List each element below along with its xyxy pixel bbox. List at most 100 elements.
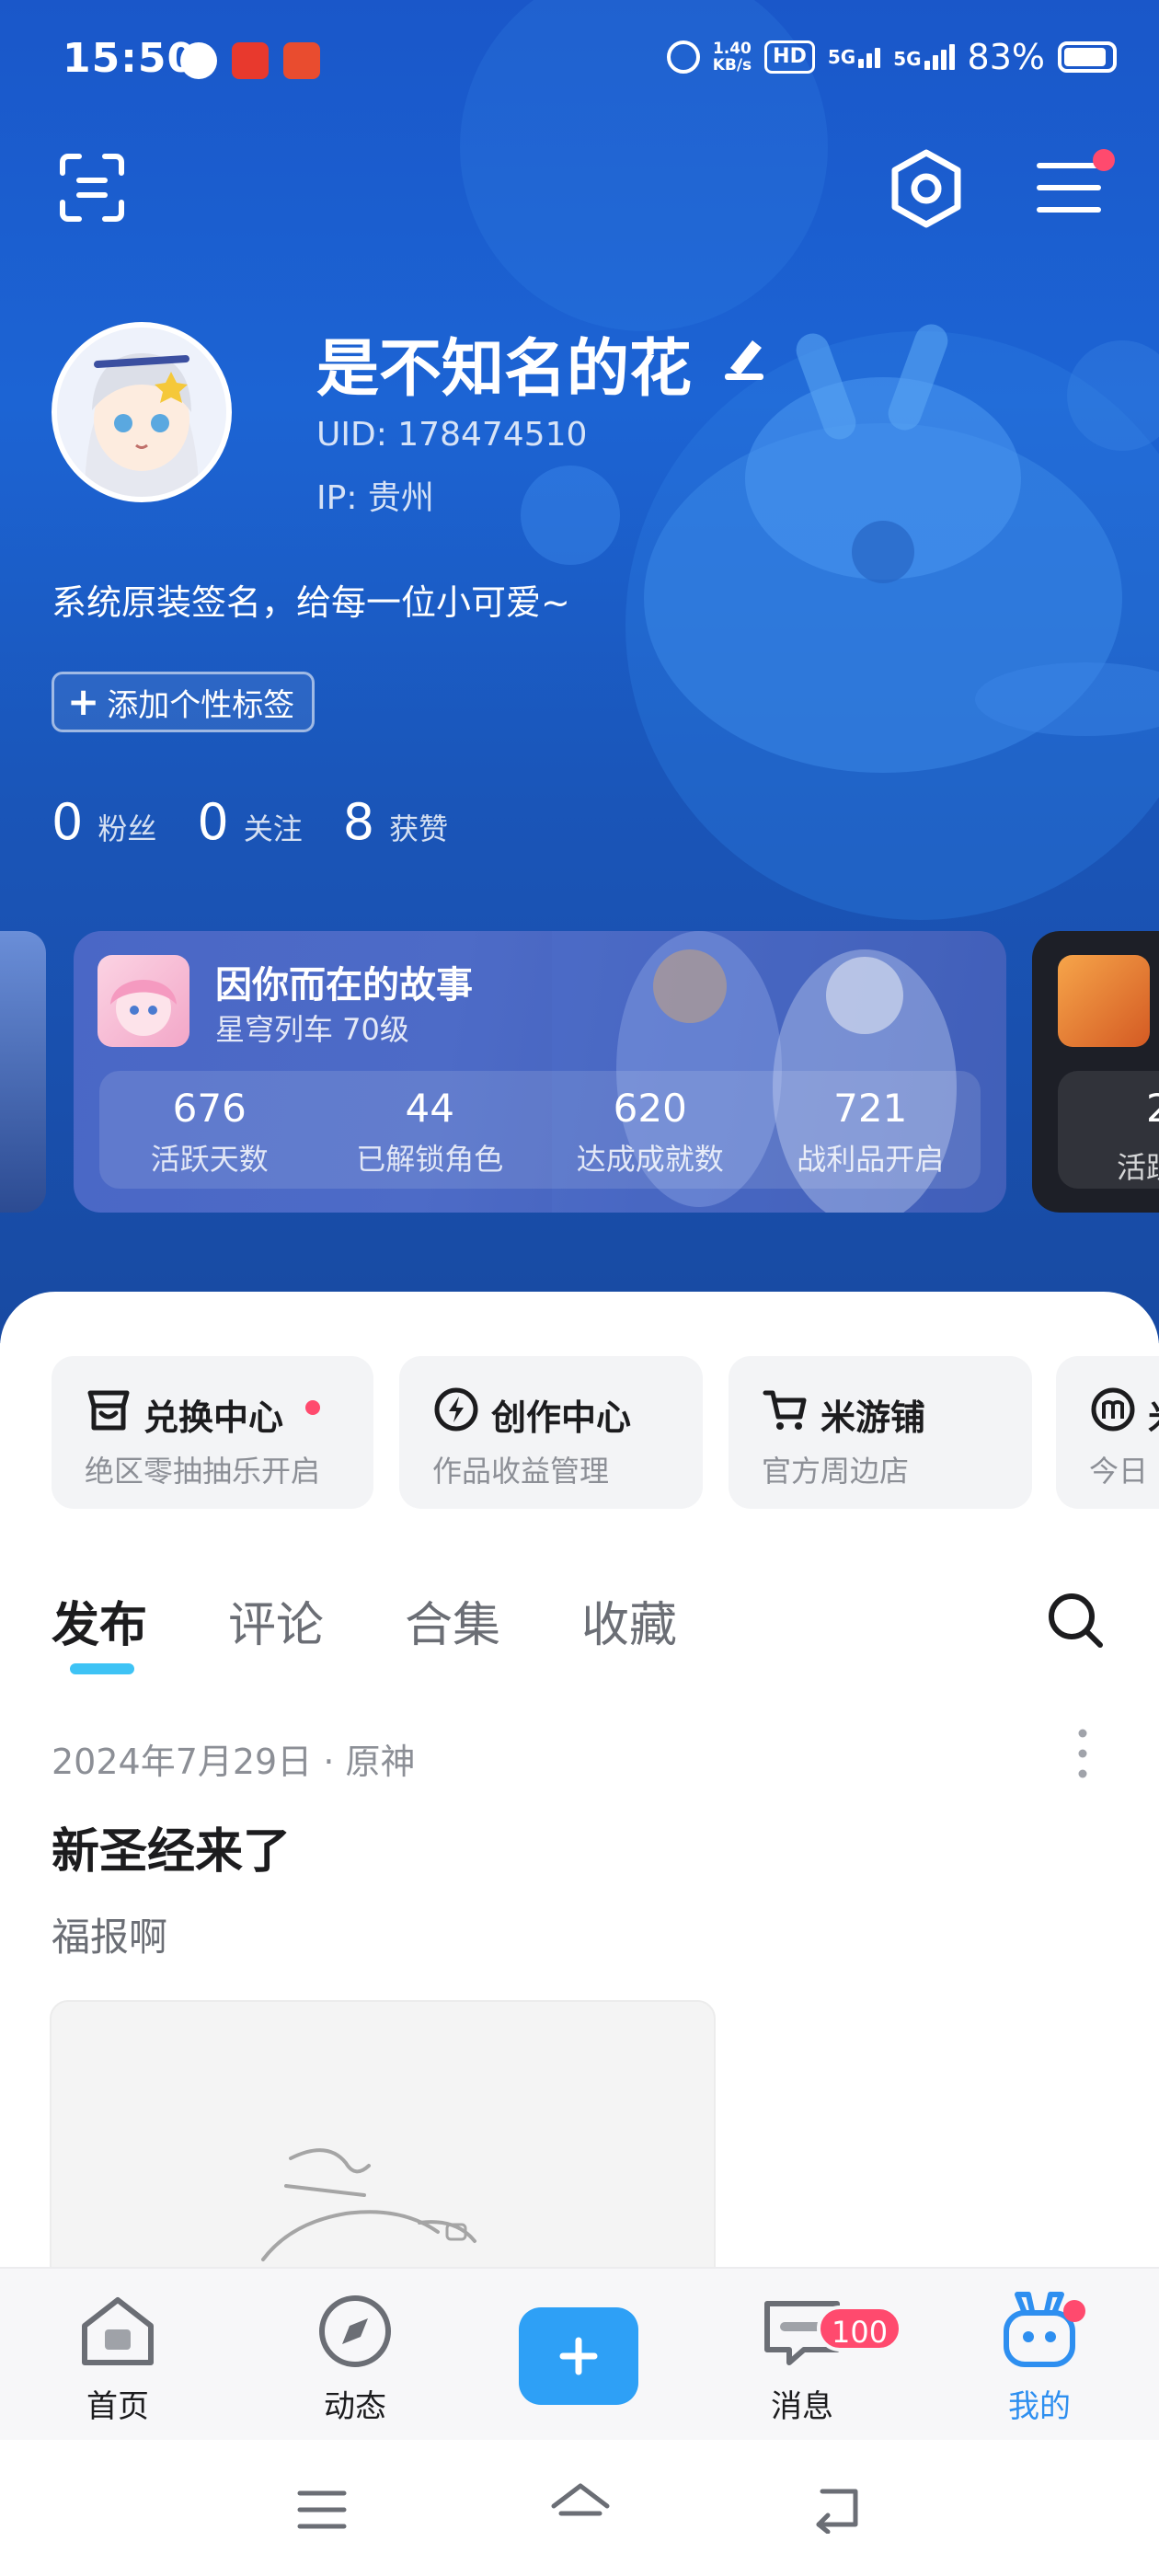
stat-value: 0 xyxy=(197,793,229,851)
net-speed: 1.40 KB/s xyxy=(712,40,752,75)
content-tabs: 发布 评论 合集 收藏 xyxy=(52,1586,677,1655)
game-icon xyxy=(98,955,189,1047)
post-body[interactable]: 福报啊 xyxy=(52,1906,167,1962)
stat-value: 8 xyxy=(342,793,375,851)
game-stat-label: 达成成就数 xyxy=(576,1142,724,1177)
game-stat: 44 已解锁角色 xyxy=(320,1071,541,1189)
plus-icon xyxy=(559,2337,598,2375)
game-card-previous[interactable] xyxy=(0,931,46,1213)
battery-icon xyxy=(1058,41,1117,73)
edit-icon[interactable] xyxy=(717,331,771,385)
signal-icon: 5G xyxy=(828,46,881,68)
shortcut-miyou-shop[interactable]: 米游铺 官方周边店 xyxy=(729,1356,1032,1509)
bottom-navigation: 首页 动态 消息 100 我的 xyxy=(0,2267,1159,2440)
taobao-icon xyxy=(232,42,269,79)
game-stat-value: 44 xyxy=(405,1086,454,1131)
game-stat-label: 活跃 xyxy=(1117,1150,1159,1185)
game-stat-label: 战利品开启 xyxy=(797,1142,945,1177)
post-title[interactable]: 新圣经来了 xyxy=(52,1812,291,1881)
nav-label: 首页 xyxy=(86,2388,149,2425)
scan-icon[interactable] xyxy=(57,153,127,223)
shortcut-creation-center[interactable]: 创作中心 作品收益管理 xyxy=(399,1356,703,1509)
more-options-icon[interactable] xyxy=(1074,1726,1091,1781)
stat-value: 0 xyxy=(52,793,84,851)
back-icon[interactable] xyxy=(809,2484,865,2534)
shortcut-title: 兑换中心 xyxy=(143,1397,284,1438)
mine-icon xyxy=(1004,2292,1075,2367)
settings-hex-icon[interactable] xyxy=(887,149,966,228)
tab-indicator xyxy=(70,1663,134,1674)
status-time: 15:50 xyxy=(63,35,197,82)
stat-fans[interactable]: 0 粉丝 xyxy=(52,793,156,851)
nav-feed[interactable]: 动态 xyxy=(281,2285,429,2426)
create-post-button[interactable] xyxy=(519,2307,638,2405)
search-icon[interactable] xyxy=(1045,1590,1106,1650)
status-right: 1.40 KB/s HD 5G 5G 83% xyxy=(666,37,1117,77)
tab-favorites[interactable]: 收藏 xyxy=(581,1586,677,1655)
avatar[interactable] xyxy=(52,322,232,502)
alarm-icon xyxy=(666,40,700,74)
uid-text: UID: 178474510 xyxy=(316,416,588,454)
shortcut-exchange-center[interactable]: 兑换中心 绝区零抽抽乐开启 xyxy=(52,1356,373,1509)
shortcut-title: 创作中心 xyxy=(491,1397,632,1438)
nav-home[interactable]: 首页 xyxy=(44,2285,191,2426)
game-stat-label: 活跃天数 xyxy=(150,1142,269,1177)
cart-icon xyxy=(763,1390,807,1430)
tab-posts[interactable]: 发布 xyxy=(52,1586,147,1655)
game-icon xyxy=(1058,955,1150,1047)
recent-apps-icon[interactable] xyxy=(294,2488,350,2534)
stat-label: 获赞 xyxy=(389,811,449,846)
shortcut-partial[interactable]: 米 今日 xyxy=(1056,1356,1159,1509)
m-icon xyxy=(1091,1387,1135,1432)
game-stat: 721 战利品开启 xyxy=(761,1071,981,1189)
nav-label: 我的 xyxy=(1008,2388,1071,2425)
lightning-icon xyxy=(434,1387,478,1432)
app-notification-icon xyxy=(283,42,320,79)
ip-text: IP: 贵州 xyxy=(316,479,434,517)
hd-badge: HD xyxy=(764,40,815,74)
game-title: 因你而在的故事 xyxy=(215,964,473,1006)
stat-following[interactable]: 0 关注 xyxy=(197,793,302,851)
profile-header: 15:50 1.40 KB/s HD 5G 5G 83% 是不知名的花 UID:… xyxy=(0,0,1159,1343)
stat-label: 关注 xyxy=(243,811,303,846)
game-card-next[interactable]: 2 活跃 xyxy=(1032,931,1159,1213)
signature-text[interactable]: 系统原装签名，给每一位小可爱~ xyxy=(52,574,570,625)
tab-comments[interactable]: 评论 xyxy=(228,1586,324,1655)
game-stat: 676 活跃天数 xyxy=(99,1071,320,1189)
notification-dot xyxy=(305,1400,320,1415)
status-app-icons xyxy=(180,42,320,79)
nav-notification-dot xyxy=(1063,2300,1085,2322)
game-subtitle: 星穹列车 70级 xyxy=(215,1012,409,1047)
tab-collections[interactable]: 合集 xyxy=(405,1586,500,1655)
status-bar: 15:50 1.40 KB/s HD 5G 5G 83% xyxy=(0,0,1159,120)
system-navigation-bar xyxy=(0,2440,1159,2576)
store-icon xyxy=(87,1390,130,1431)
avatar-image xyxy=(57,328,226,497)
game-stats: 2 活跃 xyxy=(1058,1071,1159,1189)
shortcut-title: 米游铺 xyxy=(820,1397,926,1438)
stat-label: 粉丝 xyxy=(98,811,157,846)
game-stat-value: 620 xyxy=(613,1086,687,1131)
game-card-star-rail[interactable]: 因你而在的故事 星穹列车 70级 676 活跃天数 44 已解锁角色 620 达… xyxy=(74,931,1006,1213)
add-tag-button[interactable]: + 添加个性标签 xyxy=(52,672,315,732)
timer-icon xyxy=(180,42,217,79)
stat-likes[interactable]: 8 获赞 xyxy=(343,793,448,851)
signal-icon-2: 5G xyxy=(893,44,955,70)
game-stat: 620 达成成就数 xyxy=(540,1071,761,1189)
nickname: 是不知名的花 xyxy=(316,333,693,406)
shortcut-title: 米 xyxy=(1148,1389,1159,1440)
battery-text: 83% xyxy=(967,37,1045,77)
shortcut-subtitle: 绝区零抽抽乐开启 xyxy=(85,1454,321,1489)
nav-label: 动态 xyxy=(324,2388,386,2425)
home-icon xyxy=(82,2297,154,2365)
game-stat-value: 2 xyxy=(1146,1086,1159,1131)
nav-mine[interactable]: 我的 xyxy=(966,2285,1113,2426)
game-stat-value: 721 xyxy=(833,1086,908,1131)
system-home-icon[interactable] xyxy=(548,2480,613,2536)
shortcut-subtitle: 官方周边店 xyxy=(762,1454,910,1489)
plus-icon: + xyxy=(67,679,100,724)
add-tag-label: 添加个性标签 xyxy=(107,686,295,724)
post-meta: 2024年7月29日 · 原神 xyxy=(52,1742,416,1782)
nav-label: 消息 xyxy=(771,2388,833,2425)
shortcut-subtitle: 今日 xyxy=(1089,1454,1149,1489)
